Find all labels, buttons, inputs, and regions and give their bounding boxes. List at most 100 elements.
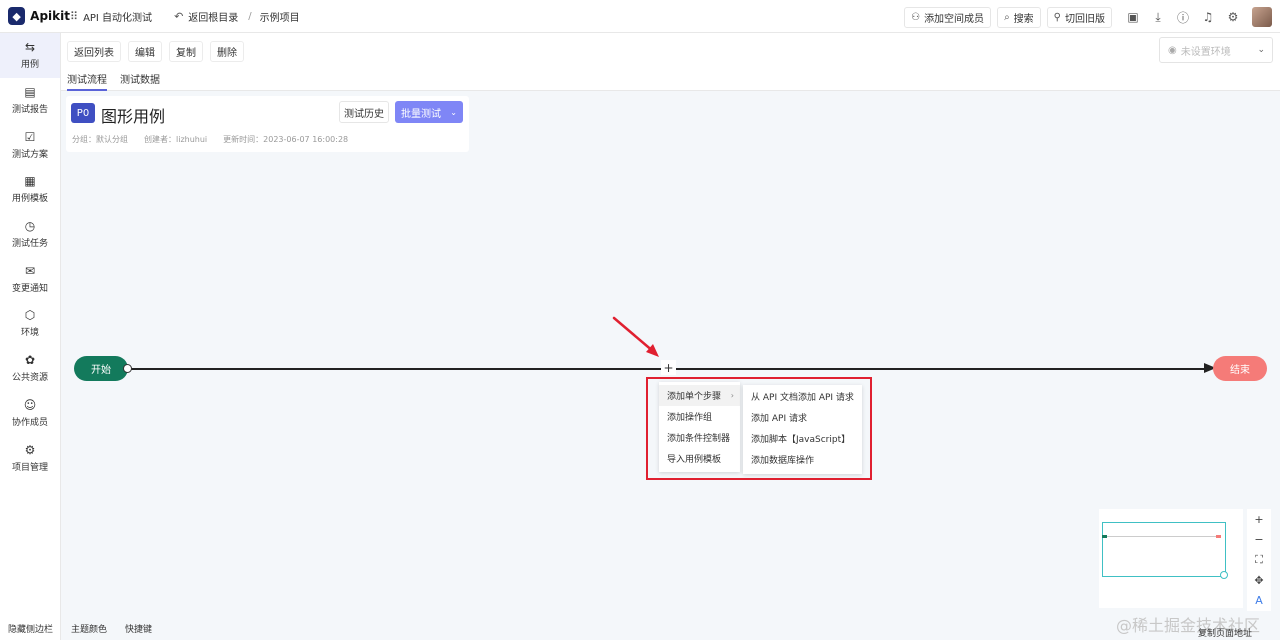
sidebar-item-notifications[interactable]: ✉ 变更通知 [0,256,60,301]
sidebar-item-tasks[interactable]: ◷ 测试任务 [0,212,60,257]
tab-test-flow[interactable]: 测试流程 [67,71,107,91]
template-icon: ▦ [24,174,36,189]
submenu-item-add-db-operation[interactable]: 添加数据库操作 [743,449,862,470]
top-actions: ⚇ 添加空间成员 ⌕ 搜索 ⚲ 切回旧版 ▣ ⤓ ⓘ ♫ ⚙ [898,6,1272,28]
menu-item-add-group[interactable]: 添加操作组 [659,406,740,427]
download-icon[interactable]: ⤓ [1147,6,1169,28]
batch-test-label: 批量测试 [401,108,441,120]
zoom-out-icon[interactable]: − [1247,529,1271,549]
menu-item-label: 添加单个步骤 [667,392,722,402]
search-icon: ⌕ [1004,11,1010,23]
hide-sidebar-button[interactable]: 隐藏侧边栏 [8,622,53,635]
chevron-down-icon[interactable]: ⌄ [450,108,457,117]
minimap-edge [1103,536,1217,537]
switch-old-label: 切回旧版 [1065,13,1105,25]
sidebar-item-templates[interactable]: ▦ 用例模板 [0,167,60,212]
auto-layout-icon[interactable]: A [1247,591,1271,611]
end-node[interactable]: 结束 [1213,356,1267,381]
project-switcher[interactable]: ⠿ API 自动化测试 [70,9,152,24]
pin-icon: ⚲ [1053,11,1061,23]
minimap-resize-handle[interactable] [1220,571,1228,579]
start-port[interactable] [123,364,132,373]
sidebar: ⇆ 用例 ▤ 测试报告 ☑ 测试方案 ▦ 用例模板 ◷ 测试任务 ✉ 变更通知 … [0,33,61,640]
add-member-button[interactable]: ⚇ 添加空间成员 [904,6,992,28]
breadcrumb[interactable]: 示例项目 [260,9,300,24]
avatar[interactable] [1252,7,1272,27]
menu-item-label: 导入用例模板 [667,455,722,465]
sidebar-item-plans[interactable]: ☑ 测试方案 [0,122,60,167]
users-icon: ☺ [23,397,37,412]
sidebar-item-label: 测试任务 [11,239,48,250]
chevron-down-icon: ⌄ [1257,45,1265,55]
add-member-label: 添加空间成员 [924,13,985,25]
sidebar-item-cases[interactable]: ⇆ 用例 [0,33,60,78]
action-buttons: 返回列表 编辑 复制 删除 [67,41,251,62]
project-name: API 自动化测试 [83,12,153,24]
help-icon[interactable]: ⓘ [1172,6,1194,28]
copy-address-button[interactable]: 复制页面地址 [1198,626,1252,639]
back-root-link[interactable]: ↶ 返回根目录 [174,9,238,24]
case-info-card: P0 图形用例 测试历史 批量测试 ⌄ 分组：默认分组 创建者：lizhuhui… [66,96,469,152]
environment-placeholder: 未设置环境 [1180,46,1231,58]
sidebar-item-label: 变更通知 [11,283,48,294]
copy-button[interactable]: 复制 [169,41,203,62]
add-user-icon: ⚇ [911,11,921,23]
minimap[interactable] [1099,509,1243,608]
undo-icon: ↶ [174,9,184,23]
submenu-item-from-api-doc[interactable]: 从 API 文档添加 API 请求 [743,386,862,407]
calendar-icon[interactable]: ▣ [1122,6,1144,28]
menu-item-add-condition[interactable]: 添加条件控制器 [659,427,740,448]
breadcrumb-label: 示例项目 [259,12,300,24]
add-step-button[interactable]: + [661,360,676,375]
menu-item-import-template[interactable]: 导入用例模板 [659,448,740,469]
breadcrumb-separator: / [248,10,252,22]
move-icon[interactable]: ✥ [1247,570,1271,590]
case-tabs: 测试流程 测试数据 [67,71,173,91]
menu-item-add-single-step[interactable]: 添加单个步骤 › [659,385,740,406]
swap-icon: ⇆ [24,40,36,55]
case-toolbar: 返回列表 编辑 复制 删除 ◉ 未设置环境 ⌄ 测试流程 测试数据 [61,33,1280,91]
search-label: 搜索 [1013,13,1034,25]
checkbox-icon: ☑ [24,129,36,144]
tab-test-data[interactable]: 测试数据 [120,71,160,91]
add-step-submenu: 从 API 文档添加 API 请求 添加 API 请求 添加脚本【JavaScr… [743,385,862,474]
switch-old-button[interactable]: ⚲ 切回旧版 [1046,6,1112,28]
sidebar-item-label: 项目管理 [11,462,48,473]
bell-icon[interactable]: ♫ [1197,6,1219,28]
app-name: Apikit [30,9,70,23]
search-button[interactable]: ⌕ 搜索 [997,6,1041,28]
sidebar-item-label: 测试报告 [11,105,48,116]
menu-item-label: 添加操作组 [667,413,713,423]
batch-test-button[interactable]: 批量测试 ⌄ [395,101,463,123]
sidebar-item-reports[interactable]: ▤ 测试报告 [0,78,60,123]
start-node[interactable]: 开始 [74,356,128,381]
sidebar-item-resources[interactable]: ✿ 公共资源 [0,346,60,391]
minimap-viewport[interactable] [1102,522,1226,577]
edit-button[interactable]: 编辑 [128,41,162,62]
report-icon: ▤ [24,85,36,100]
sidebar-item-label: 环境 [20,328,39,339]
sidebar-item-project-settings[interactable]: ⚙ 项目管理 [0,435,60,480]
cube-icon: ⬡ [24,308,36,323]
add-step-menu: 添加单个步骤 › 添加操作组 添加条件控制器 导入用例模板 [659,382,740,472]
sidebar-item-members[interactable]: ☺ 协作成员 [0,391,60,436]
theme-color-button[interactable]: 主题颜色 [71,622,107,635]
meta-creator: 创建者：lizhuhui [144,135,208,144]
meta-updated: 更新时间：2023-06-07 16:00:28 [223,135,349,144]
back-list-button[interactable]: 返回列表 [67,41,121,62]
delete-button[interactable]: 删除 [210,41,244,62]
sidebar-item-label: 测试方案 [11,149,48,160]
minimap-end [1216,535,1221,538]
app-logo[interactable]: ◆ Apikit [0,7,70,25]
shortcuts-button[interactable]: 快捷键 [125,622,152,635]
sidebar-item-label: 协作成员 [11,417,48,428]
puzzle-icon: ✿ [24,353,36,368]
environment-select[interactable]: ◉ 未设置环境 ⌄ [1159,37,1273,63]
sidebar-item-environment[interactable]: ⬡ 环境 [0,301,60,346]
zoom-in-icon[interactable]: + [1247,509,1271,529]
submenu-item-add-api-request[interactable]: 添加 API 请求 [743,407,862,428]
settings-icon[interactable]: ⚙ [1222,6,1244,28]
test-history-button[interactable]: 测试历史 [339,101,389,123]
submenu-item-add-script[interactable]: 添加脚本【JavaScript】 [743,428,862,449]
fit-view-icon[interactable]: ⛶ [1247,550,1271,570]
